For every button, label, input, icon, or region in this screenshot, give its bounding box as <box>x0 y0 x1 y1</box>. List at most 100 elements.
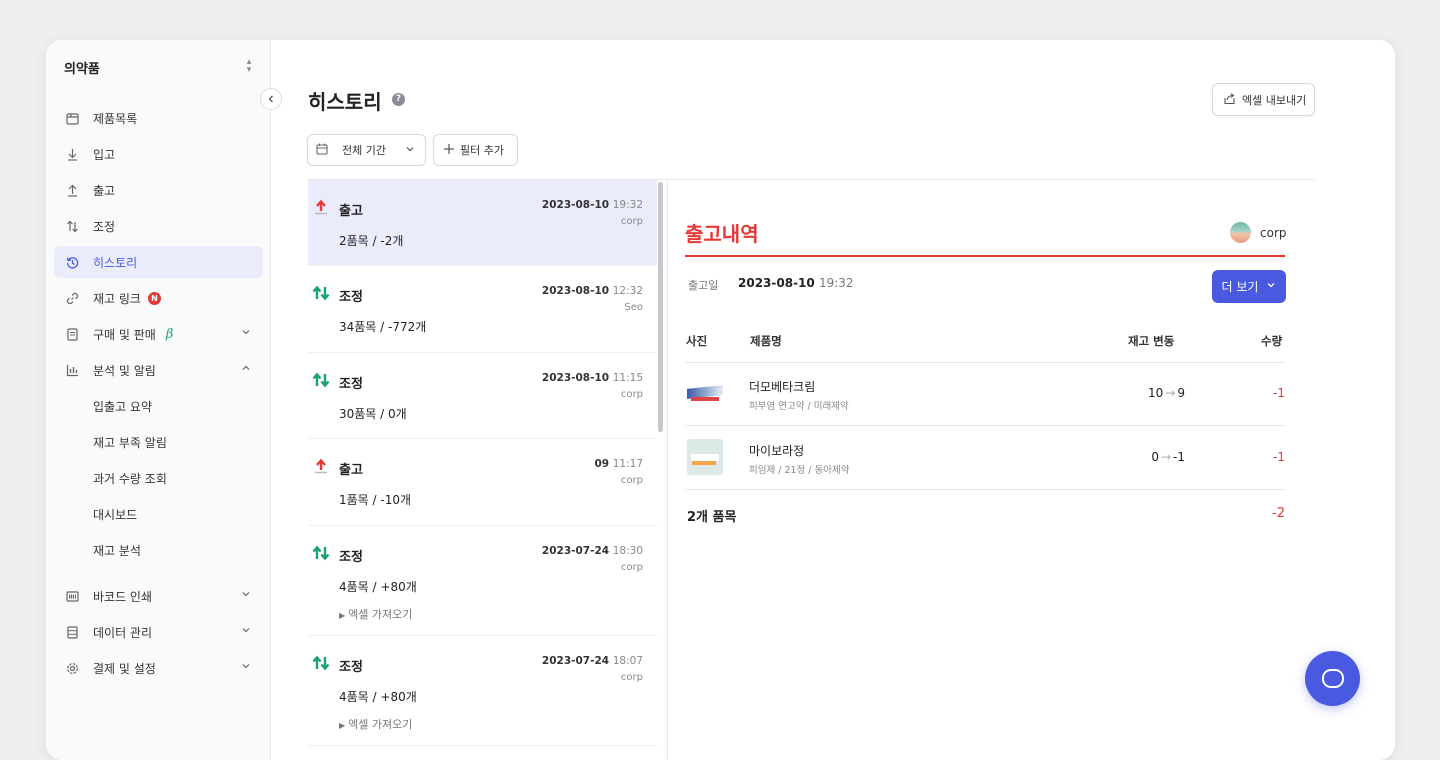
chat-support-button[interactable] <box>1305 651 1360 706</box>
sidebar-item-label: 입고 <box>93 147 116 162</box>
history-list: 출고 2품목 / -2개 2023-08-10 19:32 corp 조정 34… <box>308 180 657 760</box>
add-filter-button[interactable]: 필터 추가 <box>433 134 518 166</box>
history-summary: 1품목 / -10개 <box>339 493 412 507</box>
out-date: 2023-08-10 19:32 <box>738 276 854 290</box>
sidebar-item-billing-settings[interactable]: 결제 및 설정 <box>54 652 263 684</box>
chat-bubble-icon <box>1321 669 1344 688</box>
history-scrollbar[interactable] <box>658 182 663 432</box>
total-items: 2개 품목 <box>687 510 737 525</box>
sidebar-subitem-low-stock-alert[interactable]: 재고 부족 알림 <box>54 426 263 458</box>
sidebar-item-analytics[interactable]: 분석 및 알림 <box>54 354 263 386</box>
outbound-arrow-icon <box>312 199 330 217</box>
adjust-arrows-icon <box>312 372 330 390</box>
sidebar-subitem-stock-analysis[interactable]: 재고 분석 <box>54 534 263 566</box>
app-window: 의약품 ▴ ▾ 제품목록 입고 출고 조정 히스토리 재고 링크 N 구매 및 … <box>46 40 1395 760</box>
sidebar-item-label: 조정 <box>93 219 116 234</box>
history-item[interactable]: 조정 34품목 / -772개 2023-08-10 12:32 Seo <box>308 266 657 353</box>
sidebar-subitem-past-quantity[interactable]: 과거 수량 조회 <box>54 462 263 494</box>
share-export-icon <box>1223 92 1236 108</box>
history-item[interactable]: 출고 1품목 / -10개 09 11:17 corp <box>308 439 657 526</box>
sidebar-collapse-button[interactable] <box>260 88 282 110</box>
history-icon <box>64 254 80 270</box>
product-qty: -1 <box>1273 450 1285 464</box>
sidebar-item-stock-link[interactable]: 재고 링크 N <box>54 282 263 314</box>
sidebar-item-history[interactable]: 히스토리 <box>54 246 263 278</box>
sidebar-subitem-inout-summary[interactable]: 입출고 요약 <box>54 390 263 422</box>
adjust-arrows-icon <box>312 285 330 303</box>
arrow-up-icon <box>64 182 80 198</box>
plus-icon <box>443 141 455 159</box>
help-icon[interactable]: ? <box>392 93 405 106</box>
product-row[interactable]: 더모베타크림 피부염 연고약 / 미래제약 10 → 9 -1 <box>685 363 1285 426</box>
chevron-down-icon <box>241 661 251 674</box>
workspace-switcher[interactable]: 의약품 ▴ ▾ <box>64 58 254 78</box>
excel-import-link[interactable]: ▶ 엑셀 가져오기 <box>339 606 412 622</box>
chevron-up-icon <box>241 363 251 376</box>
history-kind: 조정 <box>339 377 363 392</box>
history-item[interactable]: 조정 30품목 / 0개 2023-08-10 11:15 corp <box>308 353 657 439</box>
detail-user-name: corp <box>1260 225 1287 240</box>
history-user: corp <box>620 475 643 486</box>
sidebar-item-outbound[interactable]: 출고 <box>54 174 263 206</box>
arrow-down-icon <box>64 146 80 162</box>
chart-icon <box>64 362 80 378</box>
export-excel-button[interactable]: 엑셀 내보내기 <box>1212 83 1315 116</box>
stock-change: 10 → 9 <box>1148 386 1185 400</box>
sidebar: 의약품 ▴ ▾ 제품목록 입고 출고 조정 히스토리 재고 링크 N 구매 및 … <box>46 40 271 760</box>
beta-tag: β <box>165 326 174 342</box>
history-kind: 조정 <box>339 660 363 675</box>
caret-right-icon: ▶ <box>339 611 346 620</box>
sidebar-item-data-management[interactable]: 데이터 관리 <box>54 616 263 648</box>
sidebar-item-label: 구매 및 판매 <box>93 327 156 342</box>
history-date: 09 11:17 <box>594 458 643 470</box>
history-summary: 4품목 / +80개 <box>339 580 417 594</box>
workspace-name: 의약품 <box>64 62 100 77</box>
sidebar-item-inbound[interactable]: 입고 <box>54 138 263 170</box>
caret-right-icon: ▶ <box>339 721 346 730</box>
chevron-down-icon <box>241 589 251 602</box>
sidebar-item-label: 히스토리 <box>93 255 138 270</box>
avatar <box>1230 222 1251 243</box>
document-icon <box>64 326 80 342</box>
history-user: Seo <box>624 302 643 313</box>
calendar-icon <box>316 143 328 158</box>
period-select[interactable]: 전체 기간 <box>307 134 426 166</box>
product-desc: 피부염 연고약 / 미래제약 <box>749 401 849 412</box>
adjust-arrows-icon <box>64 218 80 234</box>
chevron-left-icon <box>268 95 273 103</box>
sidebar-item-adjust[interactable]: 조정 <box>54 210 263 242</box>
sidebar-item-label: 제품목록 <box>93 111 138 126</box>
history-item[interactable]: 출고 2품목 / -2개 2023-08-10 19:32 corp <box>308 180 657 266</box>
product-row[interactable]: 마이보라정 피임제 / 21정 / 동아제약 0 → -1 -1 <box>685 427 1285 490</box>
sidebar-item-purchase-sales[interactable]: 구매 및 판매 β <box>54 318 263 350</box>
link-icon <box>64 290 80 306</box>
new-badge: N <box>147 291 161 305</box>
history-user: corp <box>620 389 643 400</box>
product-name: 더모베타크림 <box>749 380 816 394</box>
divider <box>667 180 668 760</box>
history-item[interactable]: 조정 4품목 / +80개 2023-07-24 18:30 corp ▶ 엑셀 … <box>308 526 657 636</box>
product-qty: -1 <box>1273 386 1285 400</box>
history-kind: 출고 <box>339 204 363 219</box>
period-label: 전체 기간 <box>342 144 386 157</box>
sidebar-subitem-dashboard[interactable]: 대시보드 <box>54 498 263 530</box>
filter-label: 필터 추가 <box>460 144 504 157</box>
history-summary: 30품목 / 0개 <box>339 407 407 421</box>
more-label: 더 보기 <box>1221 280 1259 294</box>
sidebar-item-products[interactable]: 제품목록 <box>54 102 263 134</box>
sidebar-nav: 제품목록 입고 출고 조정 히스토리 재고 링크 N 구매 및 판매 β 분석 … <box>54 102 263 688</box>
page-title: 히스토리 <box>308 90 382 114</box>
history-user: corp <box>620 672 643 683</box>
column-header-photo: 사진 <box>686 334 708 348</box>
chevron-down-icon <box>241 625 251 638</box>
column-header-name: 제품명 <box>750 334 782 348</box>
product-box-icon <box>64 110 80 126</box>
history-date: 2023-08-10 11:15 <box>541 372 643 384</box>
barcode-icon <box>64 588 80 604</box>
sidebar-item-barcode[interactable]: 바코드 인쇄 <box>54 580 263 612</box>
more-button[interactable]: 더 보기 <box>1212 270 1286 303</box>
sidebar-item-label: 결제 및 설정 <box>93 661 156 676</box>
history-kind: 출고 <box>339 463 363 478</box>
sidebar-item-label: 분석 및 알림 <box>93 363 156 378</box>
sidebar-item-label: 재고 링크 <box>93 291 141 306</box>
